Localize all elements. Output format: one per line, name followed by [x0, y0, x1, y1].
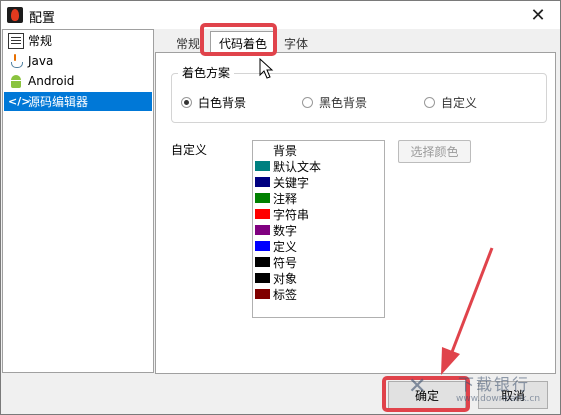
watermark-logo-icon: ✕ — [408, 374, 427, 399]
tab-highlight-box — [200, 23, 277, 56]
watermark-text: 下载银行 — [458, 375, 531, 394]
annotation-arrow-icon — [441, 247, 494, 375]
watermark-url: www.downbank.cn — [456, 394, 541, 404]
watermark: ✕ 下载银行 www.downbank.cn — [408, 368, 561, 415]
